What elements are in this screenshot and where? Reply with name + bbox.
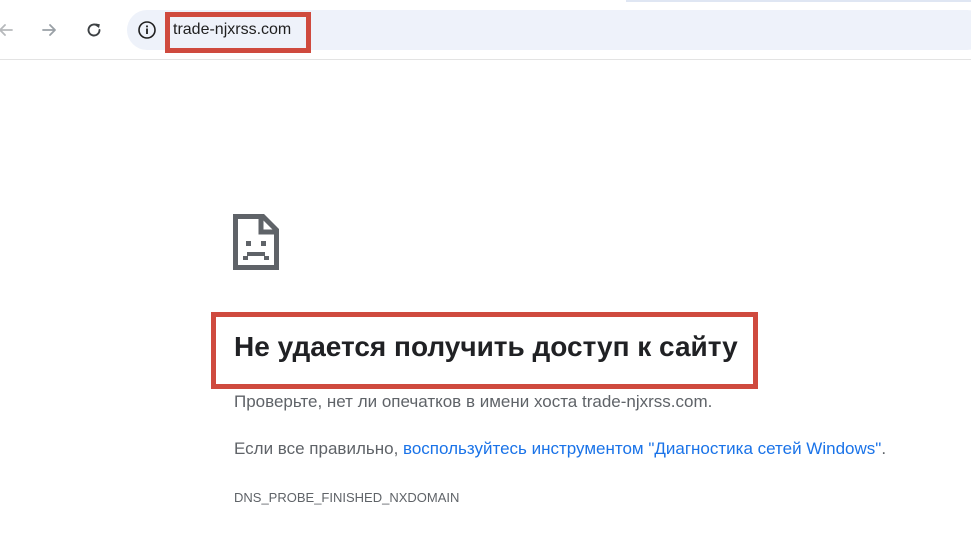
- browser-toolbar: trade-njxrss.com: [0, 0, 971, 60]
- sad-page-icon: [233, 214, 279, 270]
- back-button[interactable]: [0, 14, 22, 46]
- arrow-left-icon: [0, 24, 13, 36]
- error-code: DNS_PROBE_FINISHED_NXDOMAIN: [234, 490, 460, 505]
- hint-suffix: .: [881, 439, 887, 458]
- url-text[interactable]: trade-njxrss.com: [173, 21, 291, 39]
- omnibox-focus-line: [626, 0, 971, 2]
- reload-button[interactable]: [78, 14, 110, 46]
- hint-prefix: Если все правильно,: [234, 439, 404, 458]
- forward-button[interactable]: [33, 14, 65, 46]
- info-circle-icon[interactable]: [137, 20, 157, 40]
- arrow-right-icon: [42, 24, 56, 36]
- address-bar[interactable]: trade-njxrss.com: [127, 10, 971, 50]
- error-description: Проверьте, нет ли опечатков в имени хост…: [234, 392, 713, 411]
- error-hint: Если все правильно, воспользуйтесь инстр…: [234, 439, 886, 459]
- error-title: Не удается получить доступ к сайту: [234, 331, 738, 362]
- reload-icon: [87, 23, 101, 37]
- network-diagnostics-link[interactable]: воспользуйтесь инструментом "Диагностика…: [403, 439, 881, 458]
